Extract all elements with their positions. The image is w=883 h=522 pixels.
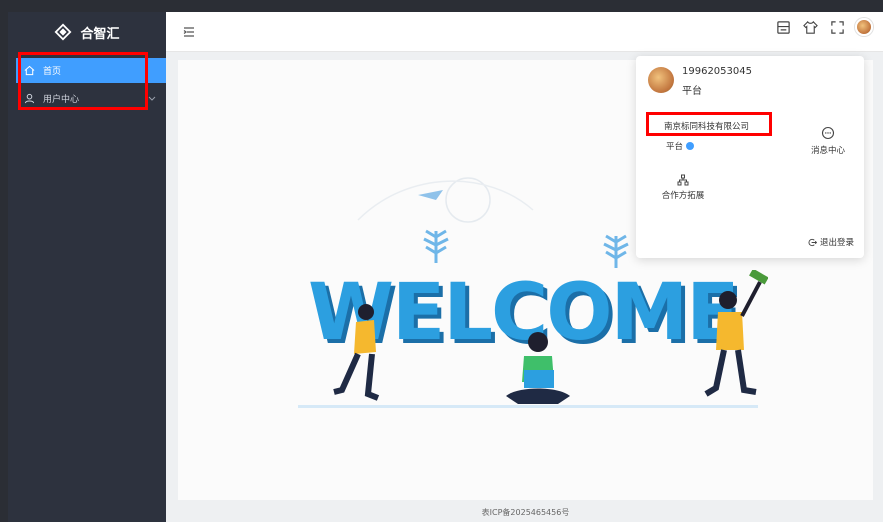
footer-icp: 表ICP备2025465456号 <box>481 508 570 517</box>
logo-icon <box>55 23 72 41</box>
cooperation-label: 合作方拓展 <box>661 191 705 201</box>
screen: 合智汇 首页 用户中心 WELCOME 表ICP备2025465456号 199… <box>0 0 883 522</box>
dropdown-avatar <box>648 67 674 93</box>
document-icon[interactable] <box>774 18 792 36</box>
top-header <box>166 12 883 52</box>
sidebar: 合智汇 首页 用户中心 <box>8 12 166 522</box>
person-center-icon <box>506 332 570 404</box>
platform-tag: 平台 <box>666 140 695 152</box>
message-center-button[interactable]: 消息中心 <box>803 126 853 156</box>
floor-line <box>298 405 758 408</box>
platform-tag-label: 平台 <box>666 142 684 152</box>
welcome-illustration: WELCOME <box>298 250 818 450</box>
fullscreen-icon[interactable] <box>828 18 846 36</box>
user-phone: 19962053045 <box>682 66 752 77</box>
chat-bubble-icon <box>821 126 835 140</box>
user-platform: 平台 <box>682 86 702 97</box>
logout-icon <box>808 238 817 246</box>
user-dropdown: 19962053045 平台 南京标同科技有限公司 平台 消息中心 合作方拓展 … <box>636 56 864 258</box>
menu-fold-icon[interactable] <box>182 25 196 39</box>
message-center-label: 消息中心 <box>810 146 845 156</box>
highlight-box <box>646 112 772 136</box>
app-name: 合智汇 <box>80 26 120 42</box>
cooperation-button[interactable]: 合作方拓展 <box>658 174 708 201</box>
logout-label: 退出登录 <box>819 238 854 248</box>
logout-button[interactable]: 退出登录 <box>808 236 854 248</box>
header-toolbar <box>774 18 873 36</box>
avatar[interactable] <box>855 18 873 36</box>
person-left-icon <box>333 304 380 401</box>
chevron-down-icon <box>148 96 156 101</box>
org-chart-icon <box>677 174 689 186</box>
highlight-box <box>18 52 148 110</box>
skin-icon[interactable] <box>801 18 819 36</box>
app-window: 合智汇 首页 用户中心 WELCOME 表ICP备2025465456号 199… <box>8 12 883 522</box>
verified-icon <box>686 142 695 150</box>
app-logo[interactable]: 合智汇 <box>8 12 166 52</box>
person-right-icon <box>704 270 768 397</box>
